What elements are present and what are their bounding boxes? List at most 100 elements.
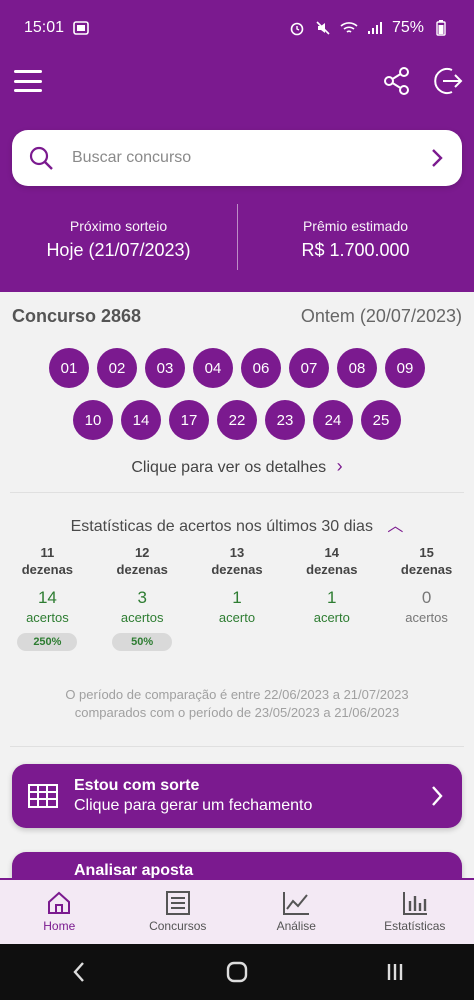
nav-contests[interactable]: Concursos — [119, 880, 238, 944]
home-system-button[interactable] — [217, 957, 257, 987]
number-ball: 10 — [73, 400, 113, 440]
nav-analysis[interactable]: Análise — [237, 880, 356, 944]
number-ball: 06 — [241, 348, 281, 388]
hit-count: 3 — [137, 588, 147, 607]
number-ball: 04 — [193, 348, 233, 388]
column-head: 13 dezenas — [211, 544, 262, 578]
contest-title: Concurso 2868 — [12, 306, 142, 326]
head-unit: dezenas — [116, 562, 168, 577]
search-input[interactable]: Buscar concurso — [12, 130, 462, 186]
number-ball: 08 — [337, 348, 377, 388]
number-ball: 23 — [265, 400, 305, 440]
status-right: 75% — [288, 19, 450, 37]
head-number: 11 — [40, 545, 55, 560]
prize-label: Prêmio estimado — [302, 217, 409, 234]
number-ball: 01 — [49, 348, 89, 388]
chevron-right-icon — [432, 786, 443, 806]
stats-header[interactable]: Estatísticas de acertos nos últimos 30 d… — [0, 512, 474, 536]
stats-column: 15 dezenas 0 acertos — [379, 544, 474, 651]
bar-chart-icon — [402, 892, 427, 915]
share-button[interactable] — [380, 64, 414, 98]
details-link[interactable]: Clique para ver os detalhes › — [0, 456, 474, 477]
percent-badge: 250% — [17, 633, 78, 651]
nav-label: Concursos — [149, 919, 207, 933]
number-ball: 22 — [217, 400, 257, 440]
head-number: 12 — [134, 545, 150, 560]
battery-level: 75% — [391, 19, 424, 36]
lucky-subtitle: Clique para gerar um fechamento — [74, 797, 313, 814]
next-draw: Próximo sorteio Hoje (21/07/2023) — [0, 204, 237, 274]
number-ball: 25 — [361, 400, 401, 440]
hit-count: 0 — [421, 588, 432, 607]
next-draw-label: Próximo sorteio — [69, 217, 168, 234]
system-nav-bar — [0, 944, 474, 1000]
number-ball: 07 — [289, 348, 329, 388]
menu-button[interactable] — [14, 68, 44, 94]
back-button[interactable] — [59, 957, 99, 987]
status-bar: 15:01 75% — [0, 0, 474, 56]
mute-icon — [314, 19, 332, 37]
note-line: comparados com o período de 23/05/2023 a… — [74, 705, 400, 720]
signal-icon — [366, 19, 384, 37]
stats-column: 11 dezenas 14 acertos 250% — [0, 544, 95, 651]
search-icon — [29, 146, 53, 170]
draw-info: Próximo sorteio Hoje (21/07/2023) Prêmio… — [0, 204, 474, 274]
hit-unit: acerto — [313, 610, 350, 625]
hit-unit: acerto — [218, 610, 256, 625]
chevron-up-icon: ︿ — [387, 518, 404, 535]
section-divider — [10, 492, 464, 493]
details-link-label: Clique para ver os detalhes — [131, 459, 327, 476]
head-number: 14 — [324, 545, 340, 560]
alarm-icon — [288, 19, 306, 37]
stats-grid: 11 dezenas 14 acertos 250% 12 dezenas 3 … — [0, 544, 474, 651]
logout-button[interactable] — [430, 64, 464, 98]
nav-label: Home — [43, 919, 76, 933]
stats-column: 12 dezenas 3 acertos 50% — [95, 544, 190, 651]
stats-section: Estatísticas de acertos nos últimos 30 d… — [0, 500, 474, 748]
nav-home[interactable]: Home — [0, 880, 119, 944]
head-number: 13 — [229, 545, 245, 560]
drawn-numbers: 01 02 03 04 06 07 08 09 10 14 17 22 23 2… — [0, 348, 474, 444]
note-line: O período de comparação é entre 22/06/20… — [65, 687, 409, 702]
column-head: 12 dezenas — [117, 544, 168, 578]
lucky-title: Estou com sorte — [74, 777, 200, 794]
percent-badge: 50% — [112, 633, 173, 651]
status-time: 15:01 — [24, 19, 65, 36]
number-ball: 24 — [313, 400, 353, 440]
head-unit: dezenas — [400, 562, 453, 577]
logout-icon — [434, 68, 463, 94]
chevron-right-icon[interactable] — [428, 146, 446, 170]
share-icon — [384, 67, 409, 95]
battery-icon — [432, 19, 450, 37]
head-number: 15 — [419, 545, 434, 560]
nav-statistics[interactable]: Estatísticas — [356, 880, 474, 944]
stats-column: 13 dezenas 1 acerto — [190, 544, 285, 651]
app-header: Buscar concurso Próximo sorteio Hoje (21… — [0, 56, 474, 292]
hit-count: 14 — [37, 588, 57, 607]
recents-button[interactable] — [375, 957, 415, 987]
head-unit: dezenas — [21, 562, 74, 577]
nav-label: Estatísticas — [384, 919, 446, 933]
stats-column: 14 dezenas 1 acerto — [284, 544, 379, 651]
number-ball: 17 — [169, 400, 209, 440]
number-ball: 09 — [385, 348, 425, 388]
divider — [237, 204, 238, 270]
hit-unit: acertos — [405, 610, 448, 625]
grid-icon — [28, 784, 58, 808]
recents-icon — [387, 964, 403, 980]
column-head: 15 dezenas — [401, 544, 452, 578]
stats-title: Estatísticas de acertos nos últimos 30 d… — [70, 518, 373, 535]
head-unit: dezenas — [211, 562, 263, 577]
bottom-nav: Home Concursos Análise Estatísticas — [0, 878, 474, 944]
hit-count: 1 — [232, 588, 242, 607]
number-ball: 02 — [97, 348, 137, 388]
hit-count: 1 — [327, 588, 337, 607]
lucky-button[interactable]: Estou com sorte Clique para gerar um fec… — [12, 764, 462, 828]
contest-section: Concurso 2868 Ontem (20/07/2023) 01 02 0… — [0, 292, 474, 492]
contest-date: Ontem (20/07/2023) — [300, 306, 462, 326]
lucky-text: Estou com sorte Clique para gerar um fec… — [74, 777, 428, 815]
hit-unit: acertos — [26, 610, 69, 625]
sim-icon — [72, 19, 90, 37]
next-draw-value: Hoje (21/07/2023) — [46, 239, 191, 260]
head-unit: dezenas — [306, 562, 358, 577]
